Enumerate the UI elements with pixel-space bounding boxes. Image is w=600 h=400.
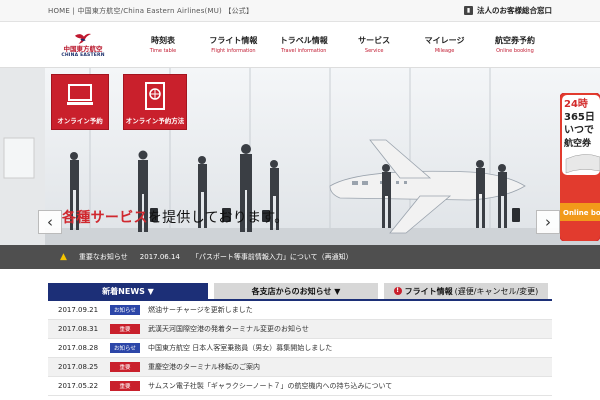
news-date: 2017.08.28 [58,344,99,352]
news-row[interactable]: 2017.09.21 お知らせ 燃油サーチャージを更新しました [48,301,552,320]
hero-caption-highlight: 各種サービス [62,210,148,226]
nav-timetable[interactable]: 時刻表 Time table [128,35,198,55]
news-date: 2017.08.31 [58,325,99,333]
news-tabs: 新着NEWS ▼ 各支店からのお知らせ ▼ ! フライト情報 (遅便/キャンセル… [0,283,600,299]
online-booking-button[interactable]: オンライン予約 [51,74,109,130]
notice-date: 2017.06.14 [139,253,180,261]
nav-label: フライト情報 [209,35,258,45]
logo-en-text: CHINA EASTERN [61,52,105,58]
news-badge: お知らせ [110,305,140,315]
news-title[interactable]: 武漢天河国際空港の発着ターミナル変更のお知らせ [148,324,309,334]
news-badge: お知らせ [110,343,140,353]
promo-line1: 24時 [564,97,588,110]
important-notice-bar[interactable]: ▲ 重要なお知らせ 2017.06.14 「パスポート等事前情報入力」について（… [0,245,600,269]
news-row[interactable]: 2017.08.25 重要 重慶空港のターミナル移転のご案内 [48,358,552,377]
corporate-contact-link[interactable]: ▮ 法人のお客様総合窓口 [464,5,552,16]
news-date: 2017.09.21 [58,306,99,314]
tab-flight-info[interactable]: ! フライト情報 (遅便/キャンセル/変更) [384,283,548,299]
chevron-right-icon: › [545,213,551,231]
passport-icon [145,82,165,110]
nav-label: サービス [358,35,391,45]
main-nav: 時刻表 Time table フライト情報 Flight information… [118,35,552,55]
nav-online-booking[interactable]: 航空券予約 Online booking [480,35,550,55]
hero-caption: 各種サービスを提供しております。 [62,207,289,227]
tab-flight-info-strong: フライト情報 [404,286,453,296]
news-badge: 重要 [110,381,140,391]
logo[interactable]: 中国東方航空 CHINA EASTERN [48,31,118,59]
nav-travel-info[interactable]: トラベル情報 Travel information [269,35,339,55]
logo-cn-text: 中国東方航空 [63,44,103,53]
nav-sub: Mileage [434,47,455,54]
news-title[interactable]: 中国東方航空 日本人客室乗務員（男女）募集開始しました [148,343,332,353]
news-badge: 重要 [110,362,140,372]
news-title[interactable]: 燃油サーチャージを更新しました [148,305,253,315]
news-badge: 重要 [110,324,140,334]
promo-line3: いつで [564,124,594,136]
site-header: 中国東方航空 CHINA EASTERN 時刻表 Time table フライト… [0,22,600,68]
tab-branch-news[interactable]: 各支店からのお知らせ ▼ [214,283,378,299]
nav-sub: Time table [149,47,177,54]
tab-news[interactable]: 新着NEWS ▼ [48,283,208,299]
promo-banner[interactable]: 24時 365日 いつで 航空券 Online boo [560,93,600,241]
nav-sub: Travel information [281,47,327,54]
nav-flight-info[interactable]: フライト情報 Flight information [198,35,268,55]
online-booking-label: オンライン予約 [57,117,103,125]
news-title[interactable]: 重慶空港のターミナル移転のご案内 [148,362,260,372]
carousel-next-button[interactable]: › [536,210,560,234]
corporate-contact-label: 法人のお客様総合窓口 [477,6,552,15]
breadcrumb[interactable]: HOME | 中国東方航空/China Eastern Airlines(MU)… [48,6,253,16]
nav-sub: Flight information [211,47,256,54]
news-title[interactable]: サムスン電子社製「ギャラクシーノート７」の航空機内への持ち込みについて [148,381,392,391]
promo-banner-text: Online boo [563,209,600,217]
building-icon: ▮ [464,6,473,15]
warning-icon: ▲ [60,252,67,262]
news-list: 2017.09.21 お知らせ 燃油サーチャージを更新しました 2017.08.… [48,299,552,396]
nav-label: マイレージ [424,35,465,45]
news-row[interactable]: 2017.05.22 重要 サムスン電子社製「ギャラクシーノート７」の航空機内へ… [48,377,552,396]
nav-mileage[interactable]: マイレージ Mileage [410,35,480,55]
online-booking-guide-label: オンライン予約方法 [125,117,185,125]
swallow-logo-icon [74,33,92,44]
news-row[interactable]: 2017.08.28 お知らせ 中国東方航空 日本人客室乗務員（男女）募集開始し… [48,339,552,358]
nav-label: 時刻表 [151,35,175,45]
notice-label: 重要なお知らせ [78,253,128,261]
hero-banner: オンライン予約 オンライン予約方法 各種サービスを提供しております。 ‹ › 2… [0,68,600,245]
computer-icon [67,84,93,105]
nav-service[interactable]: サービス Service [339,35,409,55]
chevron-left-icon: ‹ [47,213,53,231]
news-row[interactable]: 2017.08.31 重要 武漢天河国際空港の発着ターミナル変更のお知らせ [48,320,552,339]
online-booking-guide-button[interactable]: オンライン予約方法 [123,74,187,130]
carousel-prev-button[interactable]: ‹ [38,210,62,234]
nav-sub: Service [364,47,384,54]
top-bar: HOME | 中国東方航空/China Eastern Airlines(MU)… [0,0,600,22]
nav-label: トラベル情報 [279,35,328,45]
hero-caption-rest: を提供しております。 [147,210,289,226]
news-date: 2017.08.25 [58,363,99,371]
alert-icon: ! [393,287,402,295]
promo-line4: 航空券 [564,137,592,149]
tab-flight-info-rest: (遅便/キャンセル/変更) [454,286,539,296]
promo-line2: 365日 [564,111,595,123]
news-date: 2017.05.22 [58,382,99,390]
nav-label: 航空券予約 [494,35,535,45]
nav-sub: Online booking [496,47,534,54]
notice-text: 「パスポート等事前情報入力」について（再通知） [191,253,353,261]
